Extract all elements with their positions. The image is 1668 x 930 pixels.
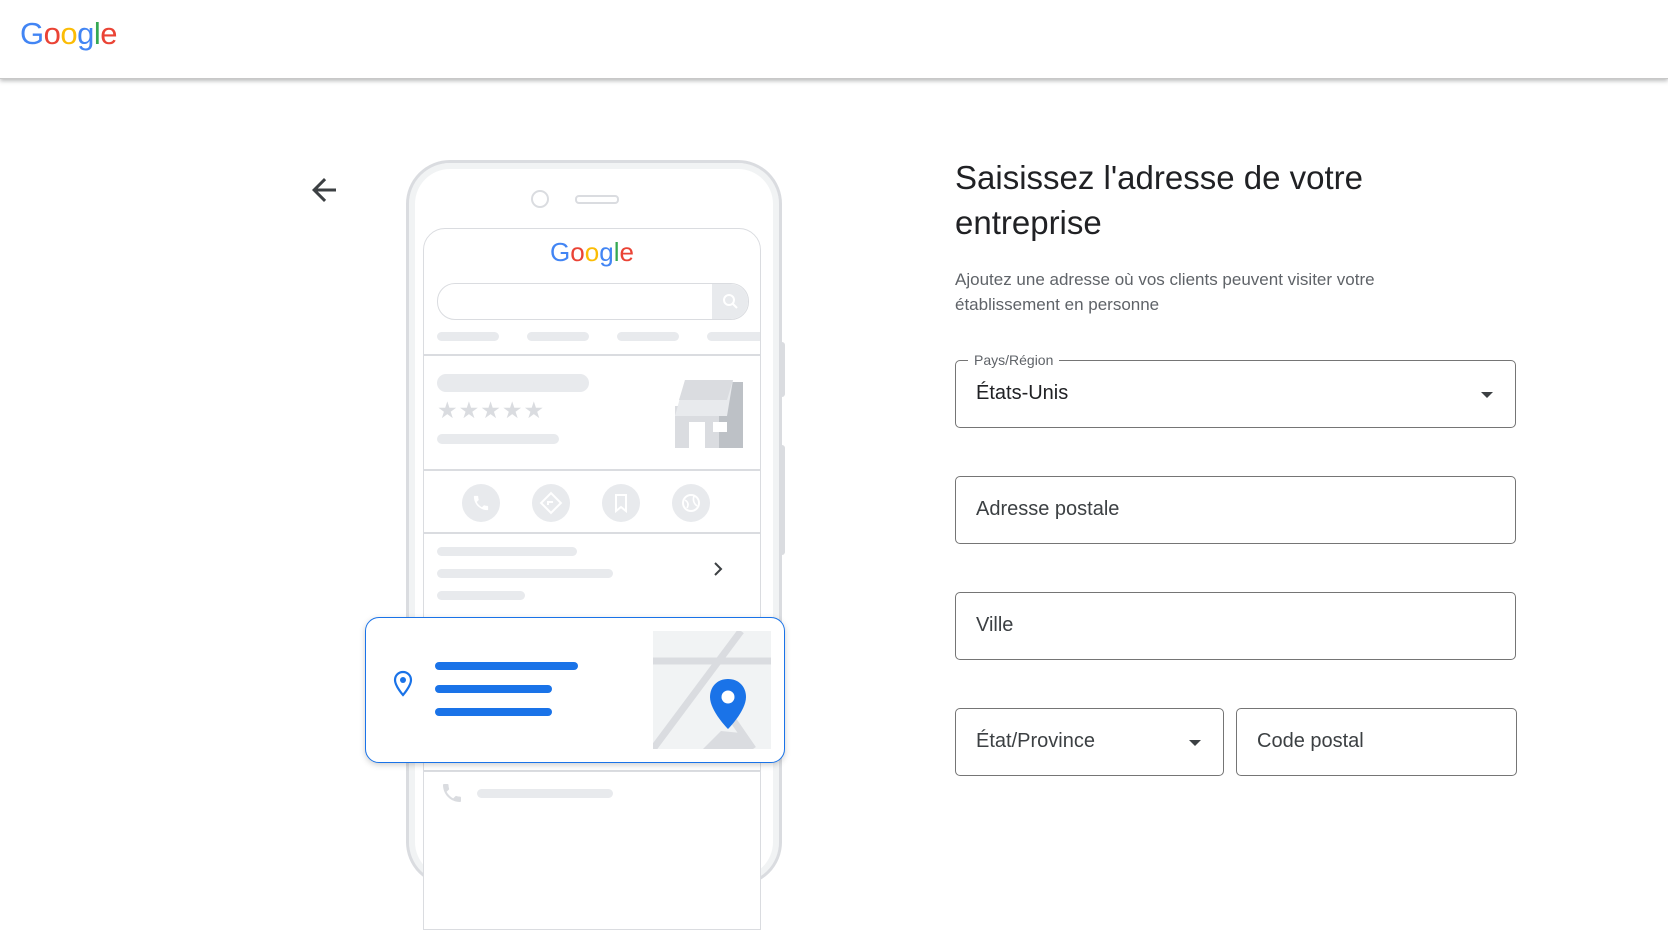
- street-address-placeholder: Adresse postale: [976, 498, 1120, 520]
- logo-letter: G: [20, 16, 44, 51]
- filter-chip: [707, 332, 760, 341]
- phone-placeholder: [477, 789, 613, 798]
- address-line: [435, 685, 552, 693]
- address-highlight-card: [365, 617, 785, 763]
- street-address-field[interactable]: Adresse postale: [955, 476, 1516, 544]
- mini-logo-letter: o: [584, 237, 600, 267]
- address-line: [435, 708, 552, 716]
- business-info-placeholder: [437, 434, 559, 444]
- postal-code-placeholder: Code postal: [1257, 730, 1364, 752]
- rating-stars: ★★★★★: [437, 397, 546, 423]
- back-button[interactable]: [306, 172, 342, 208]
- directions-action: [532, 484, 570, 522]
- bookmark-icon: [615, 494, 627, 514]
- address-line: [435, 662, 578, 670]
- city-placeholder: Ville: [976, 614, 1014, 636]
- mini-search-button: [712, 284, 748, 319]
- logo-letter: g: [77, 16, 94, 51]
- filter-chip: [617, 332, 679, 341]
- city-field[interactable]: Ville: [955, 592, 1516, 660]
- country-label: Pays/Région: [968, 351, 1060, 369]
- detail-placeholder: [437, 547, 577, 556]
- mini-logo-letter: g: [599, 237, 614, 267]
- location-pin-icon: [393, 670, 413, 697]
- search-icon: [723, 294, 738, 309]
- map-thumbnail: [653, 631, 771, 749]
- divider: [424, 532, 760, 534]
- business-profile-illustration: Google ★★★★★: [365, 155, 820, 930]
- country-value: États-Unis: [976, 382, 1069, 404]
- save-action: [602, 484, 640, 522]
- country-select[interactable]: Pays/Région États-Unis: [955, 351, 1516, 428]
- state-select[interactable]: État/Province: [955, 708, 1224, 776]
- divider: [424, 469, 760, 471]
- phone-speaker: [575, 195, 619, 204]
- phone-screen: Google ★★★★★: [423, 228, 761, 930]
- phone-icon: [443, 784, 461, 802]
- detail-placeholder: [437, 569, 613, 578]
- filter-chip: [437, 332, 499, 341]
- dropdown-arrow-icon: [1481, 392, 1493, 398]
- mini-google-logo: Google: [424, 237, 760, 268]
- phone-icon: [473, 495, 489, 511]
- directions-icon: [539, 491, 563, 515]
- map-pin-icon: [653, 631, 771, 749]
- postal-code-field[interactable]: Code postal: [1236, 708, 1517, 776]
- logo-letter: o: [43, 16, 61, 51]
- google-logo[interactable]: Google: [20, 16, 118, 52]
- top-bar: Google: [0, 0, 1668, 79]
- mini-logo-letter: o: [570, 237, 585, 267]
- divider: [424, 770, 760, 772]
- page-subtitle: Ajoutez une adresse où vos clients peuve…: [955, 270, 1375, 314]
- dropdown-arrow-icon: [1189, 740, 1201, 746]
- mini-search-bar: [437, 283, 749, 320]
- divider: [424, 354, 760, 356]
- logo-letter: e: [100, 16, 118, 51]
- mini-logo-letter: G: [550, 237, 571, 267]
- page-title: Saisissez l'adresse de votre entreprise: [955, 159, 1363, 241]
- globe-icon: [682, 494, 700, 512]
- detail-placeholder: [437, 591, 525, 600]
- mini-logo-letter: e: [619, 237, 634, 267]
- chevron-right-icon: [714, 562, 723, 576]
- business-name-placeholder: [437, 374, 589, 392]
- state-placeholder: État/Province: [976, 730, 1095, 752]
- storefront-icon: [675, 380, 743, 448]
- call-action: [462, 484, 500, 522]
- phone-camera: [531, 190, 549, 208]
- filter-chip: [527, 332, 589, 341]
- website-action: [672, 484, 710, 522]
- logo-letter: o: [60, 16, 78, 51]
- arrow-left-icon: [312, 178, 336, 202]
